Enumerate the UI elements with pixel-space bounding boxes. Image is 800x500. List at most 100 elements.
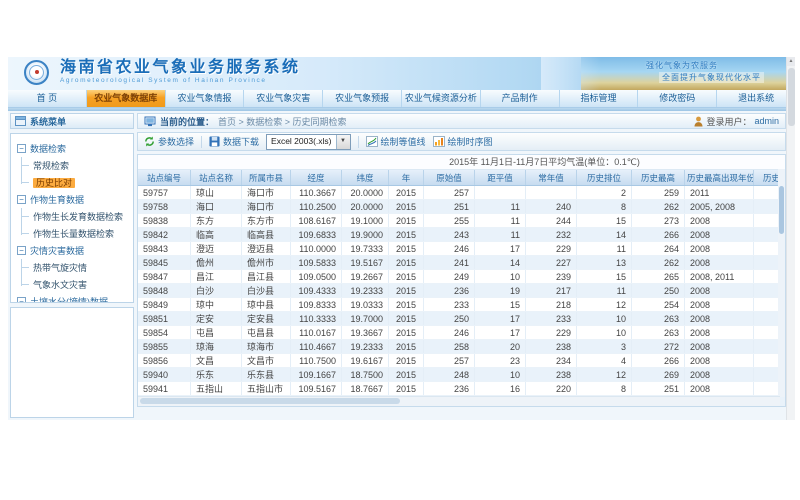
tree-item[interactable]: 气象水文灾害 <box>11 276 133 293</box>
table-row[interactable]: 59845儋州儋州市109.583319.5167201524114227132… <box>138 256 786 270</box>
collapse-icon[interactable]: − <box>17 144 26 153</box>
user-icon <box>694 116 703 127</box>
table-horizontal-scrollbar[interactable] <box>138 396 780 406</box>
scrollbar-thumb[interactable] <box>140 398 400 404</box>
table-cell: 59848 <box>138 284 191 298</box>
app-header: 海南省农业气象业务服务系统 Agrometeorological System … <box>8 57 795 90</box>
table-cell: 15 <box>577 214 632 228</box>
table-cell: 243 <box>424 228 475 242</box>
login-user-name: admin <box>754 116 779 126</box>
table-row[interactable]: 59843澄迈澄迈县110.000019.7333201524617229112… <box>138 242 786 256</box>
collapse-icon[interactable]: − <box>17 195 26 204</box>
nav-item[interactable]: 退出系统 <box>717 90 795 107</box>
table-cell: 11 <box>475 214 526 228</box>
column-header[interactable]: 站点编号 <box>138 170 191 186</box>
table-cell: 文昌 <box>191 354 242 368</box>
table-row[interactable]: 59856文昌文昌市110.750019.6167201525723234426… <box>138 354 786 368</box>
tree-item-label[interactable]: 作物生长发育数据检索 <box>33 212 123 222</box>
sidebar: 系统菜单 −数据检索常规检索历史比对−作物生育数据作物生长发育数据检索作物生长量… <box>10 113 134 418</box>
table-row[interactable]: 59758海口海口市110.250020.0000201525111240826… <box>138 200 786 214</box>
scrollbar-thumb[interactable] <box>779 186 784 234</box>
draw-contour-button[interactable]: 绘制等值线 <box>366 135 426 148</box>
tree-group-label[interactable]: 灾情灾害数据 <box>30 244 84 257</box>
table-row[interactable]: 59854屯昌屯昌县110.016719.3667201524617229102… <box>138 326 786 340</box>
table-cell: 11 <box>475 228 526 242</box>
column-header[interactable]: 站点名称 <box>191 170 242 186</box>
table-cell: 59845 <box>138 256 191 270</box>
column-header[interactable]: 原始值 <box>424 170 475 186</box>
column-header[interactable]: 纬度 <box>342 170 389 186</box>
tree-item[interactable]: 作物生长发育数据检索 <box>11 208 133 225</box>
column-header[interactable]: 历史最高 <box>632 170 685 186</box>
nav-item[interactable]: 指标管理 <box>560 90 639 107</box>
table-row[interactable]: 59842临高临高县109.683319.9000201524311232142… <box>138 228 786 242</box>
table-row[interactable]: 59855琼海琼海市110.466719.2333201525820238327… <box>138 340 786 354</box>
nav-item[interactable]: 农业气象灾害 <box>244 90 323 107</box>
location-icon <box>144 116 156 127</box>
table-row[interactable]: 59757琼山海口市110.366720.0000201525722592011… <box>138 186 786 200</box>
table-cell: 琼中县 <box>242 298 291 312</box>
table-row[interactable]: 59838东方东方市108.616719.1000201525511244152… <box>138 214 786 228</box>
column-header[interactable]: 距平值 <box>475 170 526 186</box>
collapse-icon[interactable]: − <box>17 246 26 255</box>
breadcrumb[interactable]: 首页 > 数据检索 > 历史同期检索 <box>218 115 347 128</box>
scrollbar-thumb[interactable] <box>788 68 795 126</box>
table-row[interactable]: 59940乐东乐东县109.166718.7500201524810238122… <box>138 368 786 382</box>
tree-item[interactable]: 历史比对 <box>11 174 133 191</box>
tree-item[interactable]: 常规检索 <box>11 157 133 174</box>
nav-item[interactable]: 农业气象预报 <box>323 90 402 107</box>
tree-item-label[interactable]: 常规检索 <box>33 161 69 171</box>
tree-item-label[interactable]: 作物生长量数据检索 <box>33 229 114 239</box>
column-header[interactable]: 历史最高出现年份 <box>685 170 754 186</box>
table-cell: 269 <box>632 368 685 382</box>
table-row[interactable]: 59851定安定安县110.333319.7000201525017233102… <box>138 312 786 326</box>
tree-group-label[interactable]: 数据检索 <box>30 142 66 155</box>
table-cell: 19.2333 <box>342 340 389 354</box>
table-cell: 16 <box>475 382 526 396</box>
scroll-up-icon[interactable]: ▲ <box>787 57 795 66</box>
sidebar-tree: −数据检索常规检索历史比对−作物生育数据作物生长发育数据检索作物生长量数据检索−… <box>10 133 134 303</box>
collapse-icon[interactable]: − <box>17 297 26 303</box>
table-cell: 2008 <box>685 326 754 340</box>
tree-group-label[interactable]: 土壤水分(墒情)数据 <box>30 295 108 303</box>
column-header[interactable]: 所属市县 <box>242 170 291 186</box>
table-cell: 乐东 <box>191 368 242 382</box>
nav-item[interactable]: 首 页 <box>8 90 87 107</box>
tree-item-label[interactable]: 历史比对 <box>33 178 75 188</box>
draw-timeseries-button[interactable]: 绘制时序图 <box>433 135 493 148</box>
table-cell: 110.2500 <box>291 200 342 214</box>
table-cell: 海口 <box>191 200 242 214</box>
table-cell: 246 <box>424 242 475 256</box>
table-row[interactable]: 59849琼中琼中县109.833319.0333201523315218122… <box>138 298 786 312</box>
page-scrollbar[interactable]: ▲ <box>786 57 795 420</box>
nav-item[interactable]: 产品制作 <box>481 90 560 107</box>
chevron-down-icon: ▼ <box>336 135 350 149</box>
table-cell: 19.7333 <box>342 242 389 256</box>
nav-item[interactable]: 修改密码 <box>638 90 717 107</box>
table-row[interactable]: 59848白沙白沙县109.433319.2333201523619217112… <box>138 284 786 298</box>
column-header[interactable]: 经度 <box>291 170 342 186</box>
table-cell: 2015 <box>389 214 424 228</box>
download-button[interactable]: 数据下载 <box>209 135 259 148</box>
column-header[interactable]: 年 <box>389 170 424 186</box>
contour-chart-icon <box>366 136 378 147</box>
download-label: 数据下载 <box>223 135 259 148</box>
table-row[interactable]: 59941五指山五指山市109.516718.76672015236162208… <box>138 382 786 396</box>
table-cell: 220 <box>526 382 577 396</box>
table-vertical-scrollbar[interactable] <box>778 169 785 397</box>
column-header[interactable]: 常年值 <box>526 170 577 186</box>
tree-item-label[interactable]: 热带气旋灾情 <box>33 263 87 273</box>
tree-item-label[interactable]: 气象水文灾害 <box>33 280 87 290</box>
table-cell: 59941 <box>138 382 191 396</box>
tree-item[interactable]: 热带气旋灾情 <box>11 259 133 276</box>
table-row[interactable]: 59847昌江昌江县109.050019.2667201524910239152… <box>138 270 786 284</box>
tree-item[interactable]: 作物生长量数据检索 <box>11 225 133 242</box>
nav-item[interactable]: 农业气候资源分析 <box>402 90 481 107</box>
format-select[interactable]: Excel 2003(.xls) ▼ <box>266 134 350 150</box>
column-header[interactable]: 历史排位 <box>577 170 632 186</box>
param-select-label: 参数选择 <box>158 135 194 148</box>
param-select-button[interactable]: 参数选择 <box>144 135 194 148</box>
nav-item[interactable]: 农业气象情报 <box>166 90 245 107</box>
tree-group-label[interactable]: 作物生育数据 <box>30 193 84 206</box>
nav-item[interactable]: 农业气象数据库 <box>87 90 166 107</box>
